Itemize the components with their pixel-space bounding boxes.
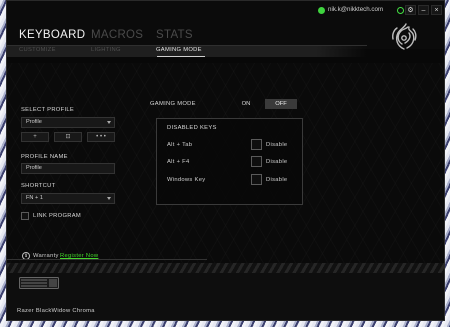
user-email[interactable]: nik.k@nikktech.com <box>328 6 383 13</box>
disable-alt-tab-checkbox[interactable] <box>251 139 262 150</box>
gaming-mode-on-button[interactable]: ON <box>231 99 261 109</box>
shortcut-dropdown[interactable]: FN + 1 <box>21 193 115 204</box>
select-profile-label: SELECT PROFILE <box>21 107 75 113</box>
more-options-button[interactable]: • • • <box>87 132 115 142</box>
disabled-keys-panel: DISABLED KEYS Alt + Tab Disable Alt + F4… <box>156 118 303 205</box>
key-alt-f4-label: Alt + F4 <box>167 159 190 165</box>
tab-customize[interactable]: CUSTOMIZE <box>19 47 56 53</box>
tab-macros[interactable]: MACROS <box>91 29 143 41</box>
keyboard-device-icon[interactable] <box>19 277 59 289</box>
disable-windows-key-label: Disable <box>266 177 288 183</box>
profile-dropdown-value: Profile <box>26 119 42 125</box>
key-windows-label: Windows Key <box>167 177 206 183</box>
profile-name-label: PROFILE NAME <box>21 154 68 160</box>
user-menu-separator: ~ <box>379 5 383 12</box>
import-profile-button[interactable]: ⊡ <box>54 132 82 142</box>
razer-logo-icon <box>392 23 417 50</box>
settings-button[interactable]: ⚙ <box>405 5 416 15</box>
disable-windows-key-checkbox[interactable] <box>251 174 262 185</box>
shortcut-dropdown-value: FN + 1 <box>26 195 43 201</box>
synapse-window: KEYBOARD MACROS STATS nik.k@nikktech.com… <box>6 0 445 321</box>
profile-dropdown[interactable]: Profile <box>21 117 115 128</box>
profile-name-field[interactable]: Profile <box>21 163 115 174</box>
footer-pattern <box>7 263 444 273</box>
disable-alt-tab-label: Disable <box>266 142 288 148</box>
minimize-button[interactable]: – <box>418 5 429 15</box>
device-name: Razer BlackWidow Chroma <box>17 308 95 314</box>
disable-alt-f4-checkbox[interactable] <box>251 156 262 167</box>
tab-lighting[interactable]: LIGHTING <box>91 47 121 53</box>
sync-status-icon[interactable] <box>397 7 404 14</box>
key-alt-tab-label: Alt + Tab <box>167 142 193 148</box>
footer-divider <box>7 259 207 260</box>
link-program-label: LINK PROGRAM <box>33 213 82 219</box>
user-status-icon <box>318 7 325 14</box>
add-profile-button[interactable]: + <box>21 132 49 142</box>
tab-keyboard[interactable]: KEYBOARD <box>19 29 85 41</box>
disabled-keys-title: DISABLED KEYS <box>167 125 217 131</box>
link-program-checkbox[interactable] <box>21 212 29 220</box>
shortcut-label: SHORTCUT <box>21 183 56 189</box>
tab-gaming-mode[interactable]: GAMING MODE <box>156 47 202 53</box>
active-subtab-indicator <box>157 56 205 57</box>
chevron-down-icon <box>107 121 111 124</box>
disable-alt-f4-label: Disable <box>266 159 288 165</box>
close-button[interactable]: × <box>431 5 442 15</box>
gaming-mode-off-button[interactable]: OFF <box>265 99 297 109</box>
chevron-down-icon <box>107 197 111 200</box>
tab-stats[interactable]: STATS <box>156 29 193 41</box>
gaming-mode-label: GAMING MODE <box>150 101 196 107</box>
